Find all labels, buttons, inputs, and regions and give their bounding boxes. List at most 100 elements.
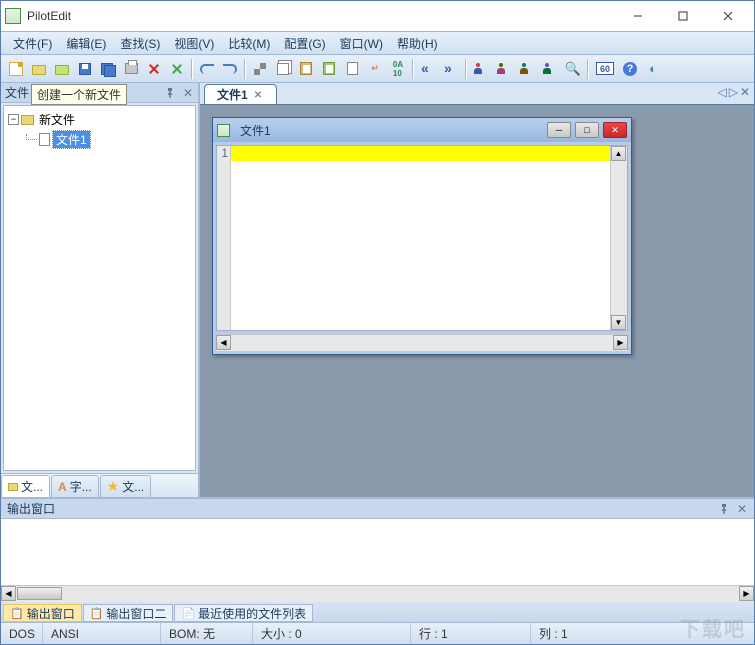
pin-icon[interactable] xyxy=(718,503,730,515)
menu-view[interactable]: 视图(V) xyxy=(168,33,220,54)
compare-button[interactable] xyxy=(493,58,515,80)
close-all-button[interactable] xyxy=(166,58,188,80)
prev-icon xyxy=(421,63,435,75)
menu-file[interactable]: 文件(F) xyxy=(7,33,58,54)
about-button[interactable]: ◐ xyxy=(642,58,664,80)
close-button[interactable] xyxy=(705,2,750,30)
search-files-button[interactable]: 🔍 xyxy=(562,58,584,80)
titlebar[interactable]: PilotEdit xyxy=(1,1,754,31)
mdi-close-button[interactable]: ✕ xyxy=(603,122,627,138)
new-file-button[interactable] xyxy=(5,58,27,80)
horizontal-scrollbar[interactable]: ◀ ▶ xyxy=(216,334,628,351)
current-line-highlight xyxy=(231,146,610,161)
output-tabs: 📋输出窗口 📋输出窗口二 📄最近使用的文件列表 xyxy=(1,602,754,622)
word-wrap-button[interactable]: ↵ xyxy=(364,58,386,80)
sidebar-header[interactable]: 文件 创建一个新文件 ✕ xyxy=(1,83,198,103)
scroll-right-button[interactable]: ▶ xyxy=(613,335,628,350)
tab-close-all-button[interactable]: ✕ xyxy=(740,85,750,99)
output-header[interactable]: 输出窗口 ✕ xyxy=(1,499,754,519)
mdi-titlebar[interactable]: 文件1 ─ □ ✕ xyxy=(213,118,631,142)
sidebar: 文件 创建一个新文件 ✕ − 新文件 文件1 xyxy=(1,83,200,497)
undo-button[interactable] xyxy=(196,58,218,80)
main-area: 文件1 ✕ ◁ ▷ ✕ 文件1 ─ □ xyxy=(200,83,754,497)
merge-icon xyxy=(520,63,534,75)
body-area: 文件 创建一个新文件 ✕ − 新文件 文件1 xyxy=(1,83,754,622)
output-tab-2[interactable]: 📋输出窗口二 xyxy=(83,604,174,622)
mdi-minimize-button[interactable]: ─ xyxy=(547,122,571,138)
save-all-button[interactable] xyxy=(97,58,119,80)
output-tab-recent[interactable]: 📄最近使用的文件列表 xyxy=(174,604,313,622)
scroll-thumb[interactable] xyxy=(17,587,62,600)
tree-root[interactable]: − 新文件 xyxy=(8,110,191,129)
output-scrollbar[interactable]: ◀ ▶ xyxy=(1,585,754,602)
save-icon xyxy=(79,63,91,75)
document-tab[interactable]: 文件1 ✕ xyxy=(204,84,277,104)
scroll-right-button[interactable]: ▶ xyxy=(739,586,754,601)
status-mode[interactable]: DOS xyxy=(1,623,43,644)
next-button[interactable] xyxy=(440,58,462,80)
tab-prev-button[interactable]: ◁ xyxy=(717,85,726,99)
scroll-down-button[interactable]: ▼ xyxy=(611,315,626,330)
open-folder-button[interactable] xyxy=(51,58,73,80)
column-mode-button[interactable]: 60 xyxy=(592,58,618,80)
open-button[interactable] xyxy=(28,58,50,80)
mdi-container[interactable]: 文件1 ─ □ ✕ 1 xyxy=(200,105,754,497)
save-button[interactable] xyxy=(74,58,96,80)
tab-close-icon[interactable]: ✕ xyxy=(254,90,264,100)
tab-nav: ◁ ▷ ✕ xyxy=(717,85,750,99)
copy-button[interactable] xyxy=(272,58,294,80)
sidebar-close-button[interactable]: ✕ xyxy=(182,87,194,99)
print-icon xyxy=(125,63,138,74)
menu-config[interactable]: 配置(G) xyxy=(278,33,331,54)
output-close-button[interactable]: ✕ xyxy=(736,503,748,515)
paste-special-button[interactable] xyxy=(318,58,340,80)
window-controls xyxy=(615,2,750,30)
menu-window[interactable]: 窗口(W) xyxy=(334,33,389,54)
pin-icon[interactable] xyxy=(164,87,176,99)
tab-next-button[interactable]: ▷ xyxy=(729,85,738,99)
output-body[interactable] xyxy=(1,519,754,585)
help-button[interactable]: ? xyxy=(619,58,641,80)
ftp-button[interactable] xyxy=(470,58,492,80)
mdi-icon xyxy=(217,124,230,137)
cut-button[interactable] xyxy=(249,58,271,80)
merge-button[interactable] xyxy=(516,58,538,80)
close-file-button[interactable] xyxy=(143,58,165,80)
sidebar-tab-chars[interactable]: A字... xyxy=(51,475,99,497)
status-encoding[interactable]: ANSI xyxy=(43,623,161,644)
menu-help[interactable]: 帮助(H) xyxy=(391,33,444,54)
paste-button[interactable] xyxy=(295,58,317,80)
mdi-maximize-button[interactable]: □ xyxy=(575,122,599,138)
x-red-icon xyxy=(148,63,160,75)
vertical-scrollbar[interactable]: ▲ ▼ xyxy=(610,146,627,330)
output-tab-1[interactable]: 📋输出窗口 xyxy=(3,604,82,622)
scroll-left-button[interactable]: ◀ xyxy=(216,335,231,350)
search-icon: 🔍 xyxy=(565,61,581,77)
chars-tab-icon: A xyxy=(58,480,67,494)
maximize-button[interactable] xyxy=(660,2,705,30)
minimize-button[interactable] xyxy=(615,2,660,30)
tree-toggle[interactable]: − xyxy=(8,114,19,125)
sidebar-tab-files[interactable]: 文... xyxy=(1,475,50,497)
scroll-up-button[interactable]: ▲ xyxy=(611,146,626,161)
menu-edit[interactable]: 编辑(E) xyxy=(60,33,112,54)
redo-button[interactable] xyxy=(219,58,241,80)
sidebar-tabs: 文... A字... ★文... xyxy=(1,473,198,497)
text-editor[interactable] xyxy=(231,146,610,330)
separator xyxy=(191,59,193,79)
separator xyxy=(412,59,414,79)
menu-compare[interactable]: 比较(M) xyxy=(222,33,276,54)
print-button[interactable] xyxy=(120,58,142,80)
sort-button[interactable] xyxy=(539,58,561,80)
tree-child[interactable]: 文件1 xyxy=(26,129,191,150)
menu-find[interactable]: 查找(S) xyxy=(114,33,166,54)
mdi-window[interactable]: 文件1 ─ □ ✕ 1 xyxy=(212,117,632,355)
prev-button[interactable] xyxy=(417,58,439,80)
scroll-left-button[interactable]: ◀ xyxy=(1,586,16,601)
file-tree[interactable]: − 新文件 文件1 xyxy=(3,105,196,471)
find-button[interactable] xyxy=(341,58,363,80)
hex-button[interactable]: 0A10 xyxy=(387,58,409,80)
ftp-icon xyxy=(474,63,488,75)
sidebar-tab-fav[interactable]: ★文... xyxy=(100,475,152,497)
tree-root-label: 新文件 xyxy=(36,111,78,128)
